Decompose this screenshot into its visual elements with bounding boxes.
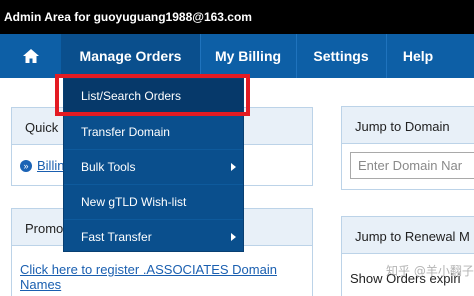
panel-title: Jump to Domain bbox=[355, 119, 450, 134]
menu-item-new-gtld-wishlist[interactable]: New gTLD Wish-list bbox=[64, 184, 243, 219]
nav-settings[interactable]: Settings bbox=[296, 34, 386, 78]
main-nav-bar: Manage Orders My Billing Settings Help bbox=[0, 34, 474, 78]
menu-item-transfer-domain[interactable]: Transfer Domain bbox=[64, 114, 243, 149]
nav-home[interactable] bbox=[0, 34, 61, 78]
menu-item-label: Bulk Tools bbox=[81, 160, 136, 174]
menu-item-fast-transfer[interactable]: Fast Transfer bbox=[64, 219, 243, 254]
panel-header: Jump to Domain bbox=[342, 107, 474, 144]
menu-item-bulk-tools[interactable]: Bulk Tools bbox=[64, 149, 243, 184]
billing-quick-link[interactable]: » Billin bbox=[20, 158, 64, 173]
nav-help[interactable]: Help bbox=[386, 34, 450, 78]
menu-item-label: Fast Transfer bbox=[81, 230, 152, 244]
submenu-arrow-icon bbox=[231, 163, 236, 171]
register-associates-link[interactable]: Click here to register .ASSOCIATES Domai… bbox=[20, 262, 312, 292]
billing-link-text[interactable]: Billin bbox=[37, 158, 64, 173]
panel-title: Jump to Renewal M bbox=[355, 229, 470, 244]
admin-top-bar: Admin Area for guoyuguang1988@163.com bbox=[0, 0, 474, 34]
menu-item-label: New gTLD Wish-list bbox=[81, 195, 187, 209]
panel-header: Jump to Renewal M bbox=[342, 217, 474, 254]
jump-to-renewal-panel: Jump to Renewal M Show Orders expiri bbox=[341, 216, 474, 296]
domain-search-input[interactable] bbox=[350, 152, 474, 179]
circle-arrow-icon: » bbox=[20, 159, 32, 172]
admin-area-title: Admin Area for guoyuguang1988@163.com bbox=[4, 10, 252, 24]
red-highlight-box bbox=[55, 74, 250, 116]
menu-item-label: Transfer Domain bbox=[81, 125, 170, 139]
nav-manage-orders[interactable]: Manage Orders bbox=[61, 34, 200, 78]
panel-title: Quick bbox=[25, 120, 59, 135]
panel-title: Promo bbox=[25, 221, 64, 236]
jump-to-domain-panel: Jump to Domain bbox=[341, 106, 474, 190]
submenu-arrow-icon bbox=[231, 233, 236, 241]
zhihu-watermark: 知乎 @羊小翻子 bbox=[386, 264, 474, 278]
nav-my-billing[interactable]: My Billing bbox=[200, 34, 296, 78]
home-icon bbox=[22, 49, 39, 63]
